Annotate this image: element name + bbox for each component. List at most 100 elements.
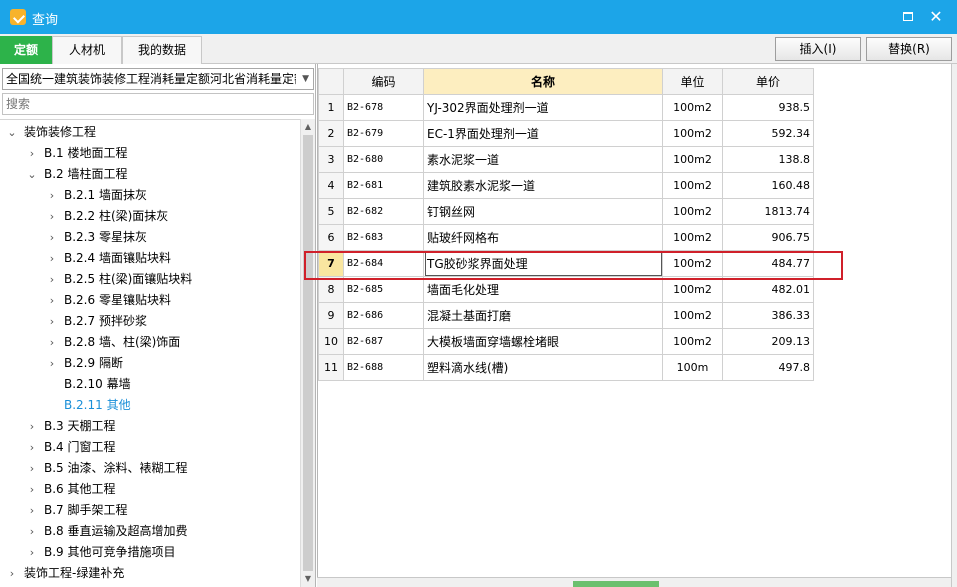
library-select[interactable]: 全国统一建筑装饰装修工程消耗量定额河北省消耗量定额 ▼ <box>2 68 314 90</box>
cell-name[interactable]: 墙面毛化处理 <box>423 276 663 303</box>
chevron-down-icon[interactable]: ⌄ <box>26 164 38 185</box>
tree-item[interactable]: › B.3 天棚工程 <box>26 416 116 437</box>
cell-name[interactable]: YJ-302界面处理剂一道 <box>423 94 663 121</box>
chevron-right-icon[interactable]: › <box>46 311 58 332</box>
tree-item[interactable]: › B.2.7 预拌砂浆 <box>46 311 147 332</box>
cell-unit[interactable]: 100m2 <box>662 172 723 199</box>
table-row[interactable]: 4 B2-681 建筑胶素水泥浆一道 100m2 160.48 <box>318 172 814 199</box>
tree-item[interactable]: › B.2.9 隔断 <box>46 353 123 374</box>
table-row[interactable]: 8 B2-685 墙面毛化处理 100m2 482.01 <box>318 276 814 303</box>
cell-price[interactable]: 138.8 <box>722 146 814 173</box>
chevron-right-icon[interactable]: › <box>6 563 18 584</box>
row-index[interactable]: 4 <box>318 172 344 199</box>
chevron-right-icon[interactable]: › <box>46 269 58 290</box>
row-index[interactable]: 5 <box>318 198 344 225</box>
search-input[interactable] <box>2 93 314 115</box>
cell-unit[interactable]: 100m2 <box>662 224 723 251</box>
tree-item[interactable]: › B.2.8 墙、柱(梁)饰面 <box>46 332 181 353</box>
scroll-up-icon[interactable]: ▲ <box>301 119 315 135</box>
chevron-right-icon[interactable]: › <box>46 248 58 269</box>
close-button[interactable]: ✕ <box>926 7 946 27</box>
insert-button[interactable]: 插入(I) <box>775 37 861 61</box>
tree-scrollbar[interactable]: ▲ ▼ <box>300 119 315 587</box>
cell-price[interactable]: 938.5 <box>722 94 814 121</box>
cell-name[interactable]: EC-1界面处理剂一道 <box>423 120 663 147</box>
tree-item[interactable]: › B.5 油漆、涂料、裱糊工程 <box>26 458 188 479</box>
tree-item[interactable]: › 装饰工程-绿建补充 <box>6 563 125 584</box>
cell-price[interactable]: 592.34 <box>722 120 814 147</box>
tree-item[interactable]: ⌄ 装饰装修工程 <box>6 122 96 143</box>
cell-unit[interactable]: 100m2 <box>662 328 723 355</box>
cell-name[interactable]: 贴玻纤网格布 <box>423 224 663 251</box>
row-index[interactable]: 8 <box>318 276 344 303</box>
chevron-right-icon[interactable]: › <box>26 416 38 437</box>
table-row[interactable]: 11 B2-688 塑料滴水线(槽) 100m 497.8 <box>318 354 814 381</box>
panel-splitter-handle[interactable] <box>573 581 659 587</box>
chevron-right-icon[interactable]: › <box>26 500 38 521</box>
tree-item[interactable]: › B.2.6 零星镶贴块料 <box>46 290 171 311</box>
tab-labor-material-machine[interactable]: 人材机 <box>52 36 122 64</box>
tree-item[interactable]: › B.2.2 柱(梁)面抹灰 <box>46 206 169 227</box>
table-row[interactable]: 2 B2-679 EC-1界面处理剂一道 100m2 592.34 <box>318 120 814 147</box>
row-index[interactable]: 7 <box>318 250 344 277</box>
table-row[interactable]: 6 B2-683 贴玻纤网格布 100m2 906.75 <box>318 224 814 251</box>
cell-price[interactable]: 160.48 <box>722 172 814 199</box>
table-row[interactable]: 10 B2-687 大模板墙面穿墙螺栓堵眼 100m2 209.13 <box>318 328 814 355</box>
cell-code[interactable]: B2-688 <box>343 354 424 381</box>
cell-code[interactable]: B2-687 <box>343 328 424 355</box>
cell-code[interactable]: B2-682 <box>343 198 424 225</box>
cell-code[interactable]: B2-681 <box>343 172 424 199</box>
chevron-right-icon[interactable]: › <box>26 143 38 164</box>
row-index[interactable]: 2 <box>318 120 344 147</box>
cell-unit[interactable]: 100m2 <box>662 198 723 225</box>
header-price[interactable]: 单价 <box>722 68 814 95</box>
chevron-right-icon[interactable]: › <box>46 290 58 311</box>
scroll-thumb[interactable] <box>303 135 313 571</box>
tree-item[interactable]: B.2.11 其他 <box>46 395 131 416</box>
cell-unit[interactable]: 100m <box>662 354 723 381</box>
tree-item[interactable]: › B.4 门窗工程 <box>26 437 116 458</box>
chevron-right-icon[interactable]: › <box>46 332 58 353</box>
row-index[interactable]: 1 <box>318 94 344 121</box>
row-index[interactable]: 11 <box>318 354 344 381</box>
chevron-right-icon[interactable]: › <box>46 206 58 227</box>
chevron-right-icon[interactable]: › <box>26 479 38 500</box>
row-index[interactable]: 6 <box>318 224 344 251</box>
chevron-right-icon[interactable]: › <box>46 353 58 374</box>
cell-price[interactable]: 386.33 <box>722 302 814 329</box>
table-row[interactable]: 9 B2-686 混凝土基面打磨 100m2 386.33 <box>318 302 814 329</box>
cell-name[interactable]: 素水泥浆一道 <box>423 146 663 173</box>
chevron-down-icon[interactable]: ⌄ <box>6 122 18 143</box>
cell-code[interactable]: B2-679 <box>343 120 424 147</box>
tree-item[interactable]: › B.8 垂直运输及超高增加费 <box>26 521 188 542</box>
tab-quota[interactable]: 定额 <box>0 36 52 64</box>
header-code[interactable]: 编码 <box>343 68 424 95</box>
cell-code[interactable]: B2-686 <box>343 302 424 329</box>
cell-name[interactable]: TG胶砂浆界面处理 <box>423 250 663 277</box>
table-row[interactable]: 1 B2-678 YJ-302界面处理剂一道 100m2 938.5 <box>318 94 814 121</box>
cell-price[interactable]: 1813.74 <box>722 198 814 225</box>
cell-price[interactable]: 209.13 <box>722 328 814 355</box>
maximize-button[interactable] <box>898 7 918 27</box>
cell-name[interactable]: 混凝土基面打磨 <box>423 302 663 329</box>
cell-name[interactable]: 塑料滴水线(槽) <box>423 354 663 381</box>
cell-unit[interactable]: 100m2 <box>662 146 723 173</box>
chevron-right-icon[interactable]: › <box>26 542 38 563</box>
row-index[interactable]: 3 <box>318 146 344 173</box>
cell-name[interactable]: 大模板墙面穿墙螺栓堵眼 <box>423 328 663 355</box>
tree-item[interactable]: › B.2.3 零星抹灰 <box>46 227 147 248</box>
tab-my-data[interactable]: 我的数据 <box>122 36 202 64</box>
chevron-right-icon[interactable]: › <box>26 521 38 542</box>
scroll-down-icon[interactable]: ▼ <box>301 571 315 587</box>
cell-unit[interactable]: 100m2 <box>662 250 723 277</box>
tree-item[interactable]: B.2.10 幕墙 <box>46 374 131 395</box>
tree-item[interactable]: › B.7 脚手架工程 <box>26 500 128 521</box>
tree-item[interactable]: › B.9 其他可竞争措施项目 <box>26 542 176 563</box>
replace-button[interactable]: 替换(R) <box>866 37 952 61</box>
chevron-right-icon[interactable]: › <box>46 185 58 206</box>
row-index[interactable]: 10 <box>318 328 344 355</box>
tree-item[interactable]: › B.2.1 墙面抹灰 <box>46 185 147 206</box>
row-index[interactable]: 9 <box>318 302 344 329</box>
tree-item[interactable]: › B.2.5 柱(梁)面镶贴块料 <box>46 269 193 290</box>
table-row[interactable]: 5 B2-682 钉钢丝网 100m2 1813.74 <box>318 198 814 225</box>
